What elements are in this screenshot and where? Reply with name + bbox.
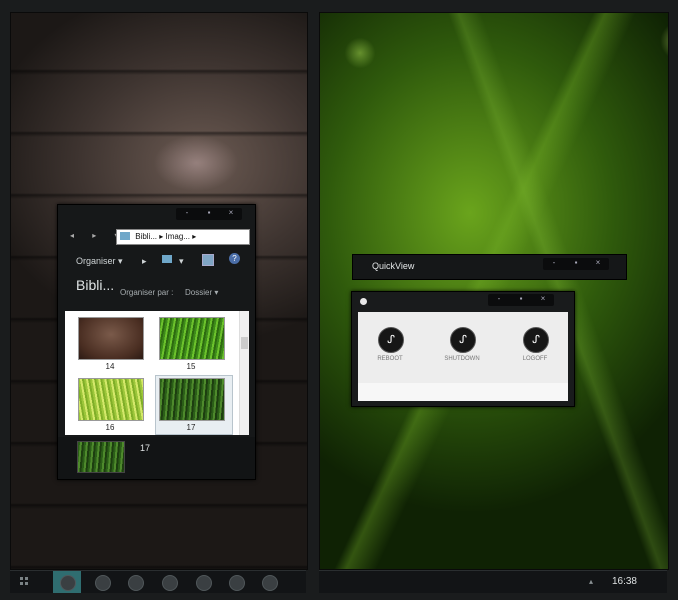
thumbnail-caption: 14 [105, 362, 115, 371]
power-icon: ᔑ [387, 334, 395, 346]
toolbar-arrow-icon[interactable]: ▸ [142, 256, 147, 267]
quickview-title: QuickView [372, 261, 415, 271]
breadcrumb-libraries[interactable]: Bibli... [135, 232, 157, 241]
view-image-icon[interactable] [162, 255, 172, 263]
close-button[interactable]: × [532, 294, 554, 306]
taskbar-left [10, 570, 306, 593]
shutdown-button[interactable]: ᔑ [450, 327, 476, 353]
reboot-label: REBOOT [377, 356, 403, 362]
reboot-button[interactable]: ᔑ [378, 327, 404, 353]
breadcrumb-images[interactable]: Imag... [166, 232, 190, 241]
arrange-by-label: Organiser par : [120, 288, 174, 297]
details-file-name: 17 [140, 443, 151, 453]
tool-taskbar-icon[interactable] [196, 575, 212, 591]
start-menu-icon[interactable] [20, 577, 28, 585]
eject-taskbar-icon[interactable] [95, 575, 111, 591]
quickview-titlebar: QuickView - ▪ × [352, 254, 627, 280]
breadcrumb-expand-icon[interactable]: ▸ [192, 232, 196, 241]
preview-pane-icon[interactable] [202, 254, 214, 266]
quickview-footer [358, 383, 568, 401]
explorer-window-controls: - ▪ × [176, 208, 242, 220]
explorer-window: - ▪ × ◂ ▸ ▾ Bibli... ▸ Imag... ▸ Organis… [57, 204, 256, 480]
clock[interactable]: 16:38 [612, 576, 637, 587]
help-icon[interactable]: ? [229, 253, 240, 264]
details-pane: 17 [58, 437, 255, 479]
minimize-button[interactable]: - [176, 208, 198, 220]
library-icon [120, 232, 130, 240]
view-dropdown-icon[interactable]: ▾ [179, 256, 184, 267]
quickview-panel-controls: - ▪ × [488, 294, 554, 306]
maximize-button[interactable]: ▪ [510, 294, 532, 306]
organise-label: Organiser [76, 256, 116, 266]
maximize-button[interactable]: ▪ [565, 258, 587, 270]
vertical-scrollbar[interactable] [239, 311, 249, 435]
quickview-panel: - ▪ × ᔑ REBOOT ᔑ SHUTDOWN ᔑ LOGOFF [351, 291, 575, 407]
thumbnail-14[interactable] [78, 317, 144, 360]
gear-icon[interactable] [360, 298, 367, 305]
address-bar[interactable]: Bibli... ▸ Imag... ▸ [116, 229, 250, 245]
thumbnail-grid: 14 15 16 17 [65, 311, 249, 435]
explorer-taskbar-icon [60, 575, 76, 591]
arrange-by-value: Dossier [185, 288, 213, 297]
thumbnail-caption: 16 [105, 423, 115, 432]
camera-taskbar-icon[interactable] [229, 575, 245, 591]
minimize-button[interactable]: - [488, 294, 510, 306]
details-thumbnail [77, 441, 125, 473]
organise-button[interactable]: Organiser ▾ [76, 256, 123, 267]
thumbnail-caption: 15 [186, 362, 196, 371]
logoff-button[interactable]: ᔑ [523, 327, 549, 353]
quickview-title-controls: - ▪ × [543, 258, 609, 270]
scrollbar-thumb[interactable] [241, 337, 248, 349]
thumbnail-17[interactable] [159, 378, 225, 421]
thumbnail-caption: 17 [186, 423, 196, 432]
power-icon: ᔑ [459, 334, 467, 346]
library-title: Bibli... [76, 277, 115, 293]
maximize-button[interactable]: ▪ [198, 208, 220, 220]
explorer-toolbar: Organiser ▾ ▸ ▾ [58, 250, 255, 270]
thumbnail-15[interactable] [159, 317, 225, 360]
media-taskbar-icon[interactable] [162, 575, 178, 591]
taskbar-right: ▴ 16:38 [319, 570, 667, 593]
tray-expand-icon[interactable]: ▴ [589, 577, 593, 586]
thumbnail-16[interactable] [78, 378, 144, 421]
close-button[interactable]: × [220, 208, 242, 220]
close-button[interactable]: × [587, 258, 609, 270]
shutdown-label: SHUTDOWN [444, 356, 480, 362]
arrange-by-dropdown[interactable]: Dossier ▾ [185, 288, 218, 297]
minimize-button[interactable]: - [543, 258, 565, 270]
quickview-actions: ᔑ REBOOT ᔑ SHUTDOWN ᔑ LOGOFF [358, 312, 568, 383]
power-icon: ᔑ [532, 334, 540, 346]
power-taskbar-icon[interactable] [262, 575, 278, 591]
logoff-label: LOGOFF [522, 356, 548, 362]
app-taskbar-icon[interactable] [128, 575, 144, 591]
